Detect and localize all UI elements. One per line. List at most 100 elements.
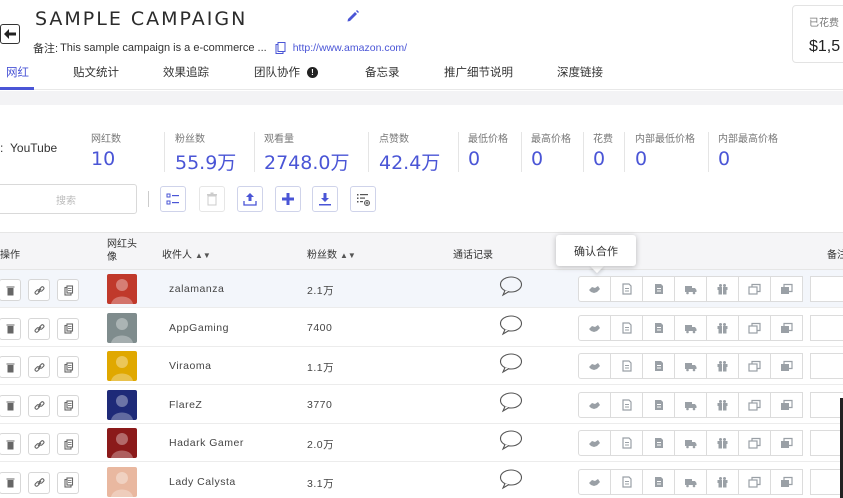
handshake-action-button[interactable]: [578, 430, 611, 456]
gallery-action-button[interactable]: [738, 391, 771, 418]
tab-team[interactable]: 团队协作!: [254, 64, 318, 80]
tab-post-stats[interactable]: 贴文统计: [73, 64, 119, 80]
truck-action-button[interactable]: [674, 314, 707, 341]
document-action-button[interactable]: [610, 276, 643, 302]
tab-promo-details[interactable]: 推广细节说明: [444, 64, 513, 80]
table-row[interactable]: zalamanza 2.1万: [0, 270, 843, 308]
notes-cell[interactable]: [810, 468, 843, 495]
gift-action-button[interactable]: [706, 468, 739, 495]
duplicate-button[interactable]: [57, 394, 79, 417]
handshake-action-button[interactable]: [578, 353, 611, 379]
chat-bubble-icon[interactable]: [499, 429, 523, 451]
truck-action-button[interactable]: [674, 468, 707, 495]
delete-row-button[interactable]: [0, 433, 21, 455]
contract-action-button[interactable]: [642, 276, 675, 302]
gift-action-button[interactable]: [706, 276, 739, 302]
download-button[interactable]: [312, 186, 338, 212]
tab-performance[interactable]: 效果追踪: [163, 64, 209, 80]
chat-bubble-icon[interactable]: [499, 352, 523, 374]
chat-bubble-icon[interactable]: [499, 275, 523, 297]
table-row[interactable]: Viraoma 1.1万: [0, 347, 843, 385]
media-action-button[interactable]: [770, 430, 803, 456]
header-recipient[interactable]: 收件人 ▲▼: [162, 246, 211, 261]
truck-action-button[interactable]: [674, 430, 707, 456]
handshake-action-button[interactable]: [578, 314, 611, 341]
gallery-action-button[interactable]: [738, 468, 771, 495]
notes-cell[interactable]: [810, 391, 843, 418]
handshake-action-button[interactable]: [578, 468, 611, 495]
media-action-button[interactable]: [770, 353, 803, 379]
column-settings-button[interactable]: [160, 186, 186, 212]
duplicate-button[interactable]: [57, 279, 79, 301]
copy-link-button[interactable]: [28, 317, 50, 340]
upload-button[interactable]: [237, 186, 263, 212]
delete-row-button[interactable]: [0, 356, 21, 378]
gift-action-button[interactable]: [706, 391, 739, 418]
table-row[interactable]: FlareZ 3770: [0, 385, 843, 424]
document-action-button[interactable]: [610, 353, 643, 379]
notes-cell[interactable]: [810, 430, 843, 456]
add-button[interactable]: [275, 186, 301, 212]
contract-action-button[interactable]: [642, 353, 675, 379]
document-action-button[interactable]: [610, 391, 643, 418]
copy-link-button[interactable]: [28, 279, 50, 301]
truck-action-button[interactable]: [674, 391, 707, 418]
pencil-icon[interactable]: [346, 9, 360, 23]
table-row[interactable]: Lady Calysta 3.1万: [0, 462, 843, 498]
header-fans[interactable]: 粉丝数 ▲▼: [307, 246, 356, 261]
chat-bubble-icon[interactable]: [499, 314, 523, 336]
handshake-action-button[interactable]: [578, 276, 611, 302]
media-action-button[interactable]: [770, 276, 803, 302]
copy-icon[interactable]: [275, 42, 286, 54]
gallery-action-button[interactable]: [738, 314, 771, 341]
delete-row-button[interactable]: [0, 317, 21, 340]
gift-action-button[interactable]: [706, 314, 739, 341]
copy-link-button[interactable]: [28, 394, 50, 417]
duplicate-button[interactable]: [57, 356, 79, 378]
gallery-action-button[interactable]: [738, 353, 771, 379]
notes-cell[interactable]: [810, 276, 843, 302]
note-link[interactable]: http://www.amazon.com/: [293, 42, 407, 54]
search-input[interactable]: 搜索: [0, 184, 137, 214]
truck-action-button[interactable]: [674, 353, 707, 379]
document-action-button[interactable]: [610, 430, 643, 456]
gift-action-button[interactable]: [706, 353, 739, 379]
duplicate-button[interactable]: [57, 317, 79, 340]
platform-filter[interactable]: : YouTube: [0, 141, 57, 155]
gallery-action-button[interactable]: [738, 430, 771, 456]
sort-icon[interactable]: ▲▼: [195, 251, 211, 260]
media-action-button[interactable]: [770, 468, 803, 495]
back-button[interactable]: [0, 24, 20, 44]
copy-link-button[interactable]: [28, 356, 50, 378]
notes-cell[interactable]: [810, 314, 843, 341]
table-row[interactable]: Hadark Gamer 2.0万: [0, 424, 843, 462]
delete-row-button[interactable]: [0, 394, 21, 417]
duplicate-button[interactable]: [57, 471, 79, 494]
add-list-button[interactable]: [350, 186, 376, 212]
tab-deep-links[interactable]: 深度链接: [557, 64, 603, 80]
handshake-action-button[interactable]: [578, 391, 611, 418]
document-action-button[interactable]: [610, 468, 643, 495]
media-action-button[interactable]: [770, 314, 803, 341]
tab-memo[interactable]: 备忘录: [365, 64, 400, 80]
truck-action-button[interactable]: [674, 276, 707, 302]
chat-bubble-icon[interactable]: [499, 468, 523, 490]
notes-cell[interactable]: [810, 353, 843, 379]
chat-bubble-icon[interactable]: [499, 391, 523, 413]
contract-action-button[interactable]: [642, 430, 675, 456]
sort-icon[interactable]: ▲▼: [340, 251, 356, 260]
contract-action-button[interactable]: [642, 314, 675, 341]
contract-action-button[interactable]: [642, 391, 675, 418]
gift-action-button[interactable]: [706, 430, 739, 456]
delete-row-button[interactable]: [0, 471, 21, 494]
tab-influencers[interactable]: 网红: [6, 64, 29, 80]
copy-link-button[interactable]: [28, 433, 50, 455]
media-action-button[interactable]: [770, 391, 803, 418]
gallery-action-button[interactable]: [738, 276, 771, 302]
document-action-button[interactable]: [610, 314, 643, 341]
delete-button[interactable]: [199, 186, 225, 212]
duplicate-button[interactable]: [57, 433, 79, 455]
copy-link-button[interactable]: [28, 471, 50, 494]
table-row[interactable]: AppGaming 7400: [0, 308, 843, 347]
contract-action-button[interactable]: [642, 468, 675, 495]
